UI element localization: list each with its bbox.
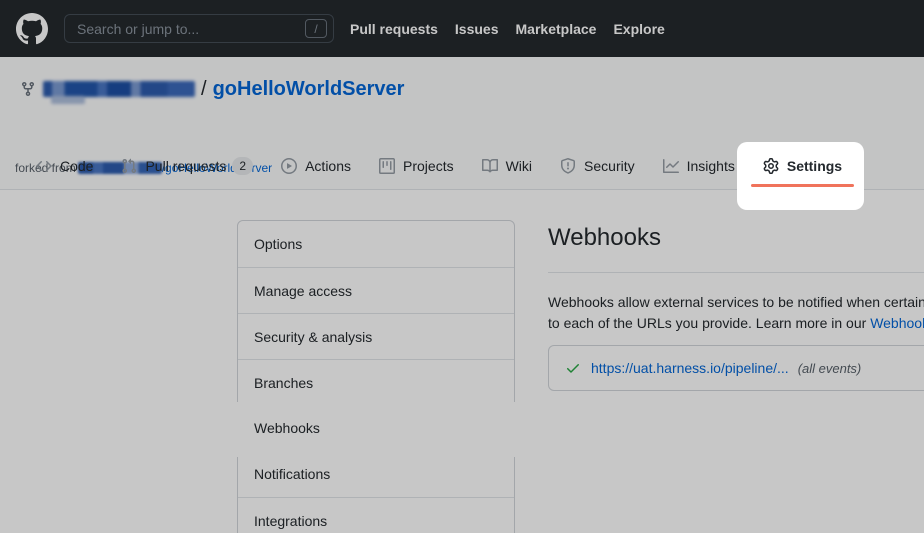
settings-sidebar: Options Manage access Security & analysi… bbox=[237, 220, 515, 533]
webhooks-description-line1: Webhooks allow external services to be n… bbox=[548, 292, 924, 313]
redacted-owner-name bbox=[43, 81, 195, 97]
repo-header: / goHelloWorldServer forked from /goHell… bbox=[0, 57, 924, 190]
book-icon bbox=[482, 158, 498, 174]
github-logo-icon[interactable] bbox=[16, 13, 48, 45]
tab-insights[interactable]: Insights bbox=[649, 142, 749, 189]
nav-links: Pull requests Issues Marketplace Explore bbox=[350, 0, 665, 57]
nav-link-explore[interactable]: Explore bbox=[613, 21, 664, 37]
webhook-events-label: (all events) bbox=[798, 361, 862, 376]
project-icon bbox=[379, 158, 395, 174]
sidebar-item-options[interactable]: Options bbox=[238, 221, 514, 267]
tab-settings[interactable]: Settings bbox=[749, 142, 856, 189]
search-shortcut-key: / bbox=[305, 19, 327, 38]
code-icon bbox=[36, 158, 52, 174]
git-pull-request-icon bbox=[121, 158, 137, 174]
check-icon bbox=[565, 360, 581, 376]
tab-label: Insights bbox=[687, 158, 735, 174]
play-icon bbox=[281, 158, 297, 174]
tab-wiki[interactable]: Wiki bbox=[468, 142, 546, 189]
sidebar-item-integrations[interactable]: Integrations bbox=[238, 497, 514, 533]
webhooks-guide-link[interactable]: Webhooks Guide. bbox=[870, 315, 924, 331]
nav-link-pull-requests[interactable]: Pull requests bbox=[350, 21, 438, 37]
github-settings-page: / Pull requests Issues Marketplace Explo… bbox=[0, 0, 924, 533]
search-input[interactable] bbox=[75, 20, 305, 38]
sidebar-item-notifications[interactable]: Notifications bbox=[238, 451, 514, 497]
page-title: Webhooks bbox=[548, 224, 661, 252]
gear-icon bbox=[763, 158, 779, 174]
tab-projects[interactable]: Projects bbox=[365, 142, 468, 189]
tab-security[interactable]: Security bbox=[546, 142, 649, 189]
webhook-entry: https://uat.harness.io/pipeline/... (all… bbox=[548, 345, 924, 391]
repo-name-link[interactable]: goHelloWorldServer bbox=[213, 75, 405, 103]
repo-title: / goHelloWorldServer bbox=[20, 75, 404, 103]
nav-link-issues[interactable]: Issues bbox=[455, 21, 499, 37]
repo-tab-bar: Code Pull requests 2 Actions Projects bbox=[22, 142, 856, 189]
tab-code[interactable]: Code bbox=[22, 142, 107, 189]
repo-forked-icon bbox=[20, 81, 36, 97]
nav-link-marketplace[interactable]: Marketplace bbox=[516, 21, 597, 37]
pull-requests-count-badge: 2 bbox=[232, 157, 253, 175]
graph-icon bbox=[663, 158, 679, 174]
repo-title-separator: / bbox=[201, 75, 207, 103]
tab-actions[interactable]: Actions bbox=[267, 142, 365, 189]
tab-label: Settings bbox=[787, 158, 842, 174]
tab-label: Projects bbox=[403, 158, 454, 174]
webhooks-description-line2: to each of the URLs you provide. Learn m… bbox=[548, 313, 924, 334]
tab-label: Security bbox=[584, 158, 635, 174]
sidebar-item-security-analysis[interactable]: Security & analysis bbox=[238, 313, 514, 359]
top-nav: / Pull requests Issues Marketplace Explo… bbox=[0, 0, 924, 57]
shield-icon bbox=[560, 158, 576, 174]
tab-label: Code bbox=[60, 158, 93, 174]
tab-label: Pull requests bbox=[145, 158, 226, 174]
webhook-url-link[interactable]: https://uat.harness.io/pipeline/... bbox=[591, 360, 789, 376]
tab-pull-requests[interactable]: Pull requests 2 bbox=[107, 142, 267, 189]
title-divider bbox=[548, 272, 924, 273]
tab-label: Wiki bbox=[506, 158, 532, 174]
sidebar-item-manage-access[interactable]: Manage access bbox=[238, 267, 514, 313]
tab-label: Actions bbox=[305, 158, 351, 174]
sidebar-item-branches[interactable]: Branches bbox=[238, 359, 514, 405]
search-box[interactable]: / bbox=[64, 14, 334, 43]
description-text: to each of the URLs you provide. Learn m… bbox=[548, 315, 870, 331]
sidebar-item-webhooks[interactable]: Webhooks bbox=[238, 405, 514, 451]
